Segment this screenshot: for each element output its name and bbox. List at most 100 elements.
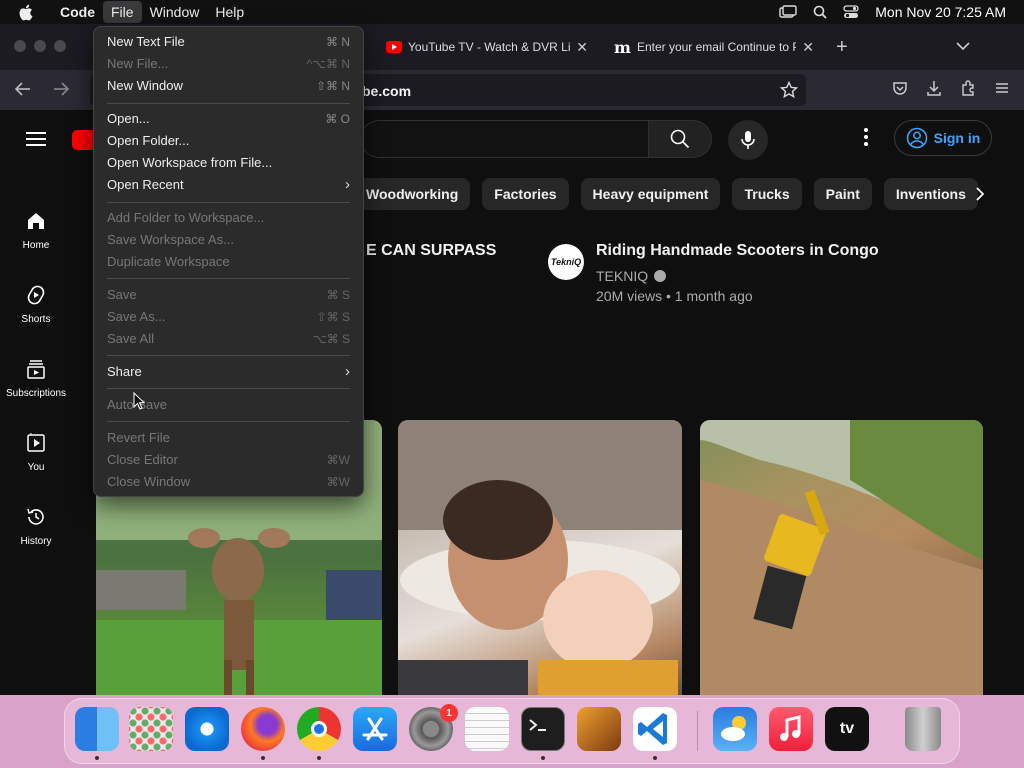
menu-item-label: Close Editor (107, 452, 178, 467)
menu-item-open-workspace[interactable]: Open Workspace from File... (107, 152, 350, 174)
menu-file[interactable]: File (103, 1, 142, 23)
menu-separator (107, 103, 350, 104)
menu-item-close-window[interactable]: Close Window ⌘W (107, 471, 350, 493)
chrome-icon[interactable] (297, 707, 341, 751)
chip-paint[interactable]: Paint (813, 178, 872, 210)
menu-window[interactable]: Window (142, 1, 208, 23)
chip-trucks[interactable]: Trucks (732, 178, 802, 210)
sidebar-item-label: You (27, 462, 45, 473)
sidebar-item-you[interactable]: You (0, 432, 72, 473)
menu-item-open[interactable]: Open... ⌘ O (107, 108, 350, 130)
sign-in-label: Sign in (933, 130, 981, 146)
menu-item-new-window[interactable]: New Window ⇧⌘ N (107, 75, 350, 97)
menu-item-new-file[interactable]: New File... ^⌥⌘ N (107, 53, 350, 75)
menu-item-save[interactable]: Save ⌘ S (107, 284, 350, 306)
forward-arrow-icon[interactable] (52, 80, 70, 98)
tab-email[interactable]: m Enter your email Continue to Po ✕ (604, 32, 824, 62)
video-title-partial[interactable]: E CAN SURPASS (366, 242, 496, 260)
tab-close-icon[interactable]: ✕ (802, 39, 814, 56)
control-center-icon[interactable] (843, 5, 859, 19)
file-menu-dropdown: New Text File ⌘ N New File... ^⌥⌘ N New Wi… (93, 26, 364, 497)
trash-icon[interactable] (905, 707, 941, 751)
window-close-button[interactable] (14, 40, 26, 52)
music-icon[interactable] (769, 707, 813, 751)
submenu-chevron-icon: › (345, 176, 350, 193)
launchpad-icon[interactable] (129, 707, 173, 751)
verified-check-icon (654, 270, 667, 282)
menu-item-shortcut: ^⌥⌘ N (306, 57, 350, 71)
menu-item-save-workspace-as[interactable]: Save Workspace As... (107, 229, 350, 251)
menu-item-open-recent[interactable]: Open Recent › (107, 174, 350, 196)
chip-factories[interactable]: Factories (482, 178, 569, 210)
chip-heavy-equipment[interactable]: Heavy equipment (580, 178, 721, 210)
sidebar-item-home[interactable]: Home (0, 210, 72, 251)
menu-item-save-as[interactable]: Save As... ⇧⌘ S (107, 306, 350, 328)
app-menu-hamburger-icon[interactable] (994, 80, 1010, 101)
back-arrow-icon[interactable] (14, 80, 32, 98)
menu-item-close-editor[interactable]: Close Editor ⌘W (107, 449, 350, 471)
downloads-icon[interactable] (926, 80, 942, 101)
menu-item-duplicate-workspace[interactable]: Duplicate Workspace (107, 251, 350, 273)
menu-item-label: Save As... (107, 309, 166, 324)
window-minimize-button[interactable] (34, 40, 46, 52)
tab-close-icon[interactable]: ✕ (576, 39, 588, 56)
voice-search-button[interactable] (728, 120, 768, 160)
running-indicator (317, 756, 321, 760)
menu-item-add-folder[interactable]: Add Folder to Workspace... (107, 207, 350, 229)
menu-separator (107, 421, 350, 422)
app-store-icon[interactable] (353, 707, 397, 751)
chip-woodworking[interactable]: Woodworking (354, 178, 471, 210)
video-thumbnail-father-baby[interactable] (398, 420, 682, 695)
tab-title: Enter your email Continue to Po (636, 40, 797, 54)
menu-item-revert-file[interactable]: Revert File (107, 427, 350, 449)
channel-name[interactable]: TEKNIQ (596, 268, 667, 284)
new-tab-plus-icon[interactable]: + (836, 36, 848, 59)
weather-icon[interactable] (713, 707, 757, 751)
video-thumbnail-excavator[interactable] (700, 420, 983, 695)
garageband-icon[interactable] (577, 707, 621, 751)
apple-menu-icon[interactable] (18, 4, 38, 21)
safari-icon[interactable] (185, 707, 229, 751)
terminal-icon[interactable] (521, 707, 565, 751)
settings-kebab-icon[interactable] (858, 128, 874, 146)
vscode-icon[interactable] (633, 707, 677, 751)
sidebar-item-history[interactable]: History (0, 506, 72, 547)
video-title[interactable]: Riding Handmade Scooters in Congo (596, 242, 879, 260)
search-input[interactable] (360, 120, 650, 158)
menubar-clock[interactable]: Mon Nov 20 7:25 AM (875, 4, 1006, 20)
pocket-icon[interactable] (892, 80, 908, 101)
menu-item-shortcut: ⌘W (326, 475, 350, 489)
menu-item-open-folder[interactable]: Open Folder... (107, 130, 350, 152)
search-button[interactable] (648, 120, 712, 158)
firefox-icon[interactable] (241, 707, 285, 751)
apple-tv-icon[interactable]: tv (825, 707, 869, 751)
microphone-icon (741, 131, 755, 149)
menu-item-label: Save Workspace As... (107, 232, 234, 247)
screen-mirroring-icon[interactable] (779, 5, 797, 19)
url-text[interactable]: be.com (362, 83, 411, 99)
menu-app-name[interactable]: Code (52, 1, 103, 23)
textedit-icon[interactable] (465, 707, 509, 751)
menu-help[interactable]: Help (207, 1, 252, 23)
menu-item-save-all[interactable]: Save All ⌥⌘ S (107, 328, 350, 350)
window-zoom-button[interactable] (54, 40, 66, 52)
menu-item-new-text-file[interactable]: New Text File ⌘ N (107, 31, 350, 53)
bookmark-star-icon[interactable] (779, 80, 799, 104)
finder-icon[interactable] (75, 707, 119, 751)
sidebar-item-subscriptions[interactable]: Subscriptions (0, 358, 72, 399)
menu-item-label: New Window (107, 78, 183, 93)
subscriptions-icon (27, 360, 45, 379)
chips-next-chevron-icon[interactable] (964, 178, 996, 210)
menu-item-share[interactable]: Share › (107, 361, 350, 383)
macos-menubar: Code File Window Help Mon Nov 20 7:25 AM (0, 0, 1024, 24)
tab-youtube-tv[interactable]: YouTube TV - Watch & DVR Live ✕ (376, 32, 598, 62)
spotlight-search-icon[interactable] (813, 5, 827, 19)
guide-menu-icon[interactable] (26, 128, 46, 150)
channel-avatar[interactable]: TekniQ (548, 244, 584, 280)
menu-item-shortcut: ⌘ N (326, 35, 350, 49)
extensions-puzzle-icon[interactable] (960, 80, 976, 101)
list-all-tabs-chevron-icon[interactable] (956, 38, 970, 56)
menu-separator (107, 388, 350, 389)
sidebar-item-shorts[interactable]: Shorts (0, 284, 72, 325)
sign-in-button[interactable]: Sign in (894, 120, 992, 156)
